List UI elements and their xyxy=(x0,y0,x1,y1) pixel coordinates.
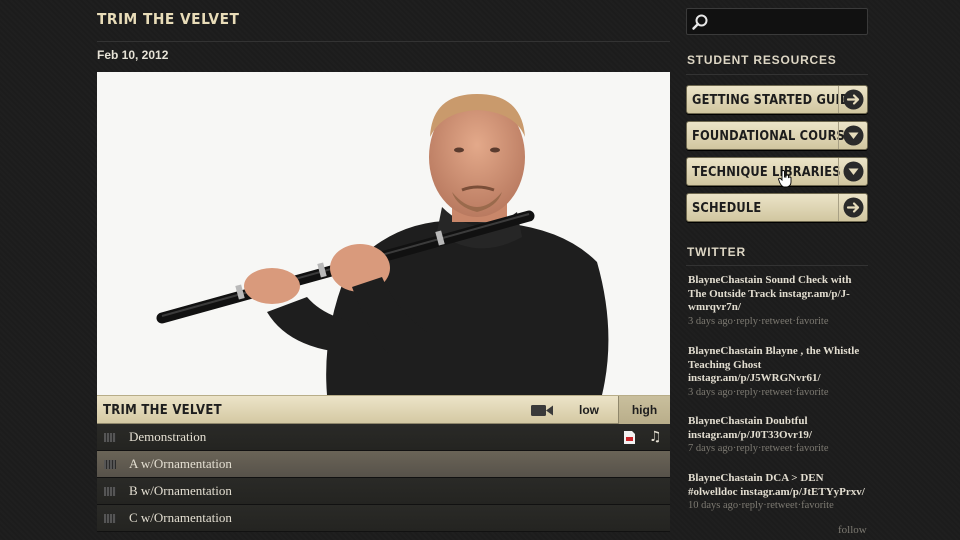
schedule-button[interactable]: SCHEDULE xyxy=(686,193,868,222)
arrow-down-icon xyxy=(843,161,864,182)
twitter-heading: TWITTER xyxy=(687,245,746,259)
video-camera-icon xyxy=(531,405,553,416)
tweet-text[interactable]: BlayneChastain Blayne , the Whistle Teac… xyxy=(688,345,868,386)
follow-link[interactable]: follow xyxy=(838,524,867,536)
tweet-text[interactable]: BlayneChastain Doubtful instagr.am/p/J0T… xyxy=(688,415,868,442)
track-label: B w/Ornamentation xyxy=(129,483,232,498)
track-item-a[interactable]: A w/Ornamentation xyxy=(97,451,670,478)
track-label: A w/Ornamentation xyxy=(129,456,232,471)
search-box[interactable] xyxy=(686,8,868,35)
search-input[interactable] xyxy=(711,12,861,31)
tweet-item: BlayneChastain Doubtful instagr.am/p/J0T… xyxy=(688,415,868,454)
button-label: FOUNDATIONAL COURSES xyxy=(692,129,862,144)
button-label: SCHEDULE xyxy=(692,201,762,216)
track-item-b[interactable]: B w/Ornamentation xyxy=(97,478,670,505)
technique-libraries-button[interactable]: TECHNIQUE LIBRARIES xyxy=(686,157,868,186)
tweet-item: BlayneChastain DCA > DEN #olwelldoc inst… xyxy=(688,472,868,511)
tweet-meta[interactable]: 3 days ago·reply·retweet·favorite xyxy=(688,316,868,327)
button-divider xyxy=(838,122,839,149)
drag-handle-icon xyxy=(104,433,116,442)
video-title: TRIM THE VELVET xyxy=(103,403,222,418)
tweet-meta[interactable]: 10 days ago·reply·retweet·favorite xyxy=(688,500,868,511)
drag-handle-icon xyxy=(104,487,116,496)
button-label: TECHNIQUE LIBRARIES xyxy=(692,165,841,180)
getting-started-guide-button[interactable]: GETTING STARTED GUIDE xyxy=(686,85,868,114)
player-controls-bar: TRIM THE VELVET low high xyxy=(97,395,670,424)
tweet-item: BlayneChastain Sound Check with The Outs… xyxy=(688,274,868,327)
page-title: TRIM THE VELVET xyxy=(97,10,240,28)
pdf-icon[interactable] xyxy=(624,431,635,444)
video-player[interactable] xyxy=(97,72,670,395)
hand-cursor-icon xyxy=(778,170,792,188)
track-label: C w/Ornamentation xyxy=(129,510,232,525)
arrow-down-icon xyxy=(843,125,864,146)
divider xyxy=(686,265,868,266)
student-resources-heading: STUDENT RESOURCES xyxy=(687,53,837,67)
divider xyxy=(686,74,868,75)
tweet-meta[interactable]: 3 days ago·reply·retweet·favorite xyxy=(688,387,868,398)
tweet-text[interactable]: BlayneChastain Sound Check with The Outs… xyxy=(688,274,868,315)
arrow-right-icon xyxy=(843,89,864,110)
post-date: Feb 10, 2012 xyxy=(97,48,169,62)
button-divider xyxy=(838,194,839,221)
tweet-item: BlayneChastain Blayne , the Whistle Teac… xyxy=(688,345,868,398)
track-list: Demonstration ♫ A w/Ornamentation B w/Or… xyxy=(97,424,670,532)
arrow-right-icon xyxy=(843,197,864,218)
button-divider xyxy=(838,86,839,113)
track-item-c[interactable]: C w/Ornamentation xyxy=(97,505,670,532)
drag-handle-icon xyxy=(104,460,116,469)
track-label: Demonstration xyxy=(129,429,207,444)
search-icon xyxy=(692,14,708,30)
music-note-icon[interactable]: ♫ xyxy=(649,429,662,445)
foundational-courses-button[interactable]: FOUNDATIONAL COURSES xyxy=(686,121,868,150)
tweet-meta[interactable]: 7 days ago·reply·retweet·favorite xyxy=(688,443,868,454)
button-label: GETTING STARTED GUIDE xyxy=(692,93,858,108)
track-item-demonstration[interactable]: Demonstration ♫ xyxy=(97,424,670,451)
tweet-text[interactable]: BlayneChastain DCA > DEN #olwelldoc inst… xyxy=(688,472,868,499)
button-divider xyxy=(838,158,839,185)
quality-low-button[interactable]: low xyxy=(560,396,618,424)
quality-high-button[interactable]: high xyxy=(618,396,670,424)
video-frame-image xyxy=(156,94,609,395)
drag-handle-icon xyxy=(104,514,116,523)
divider xyxy=(97,41,670,42)
